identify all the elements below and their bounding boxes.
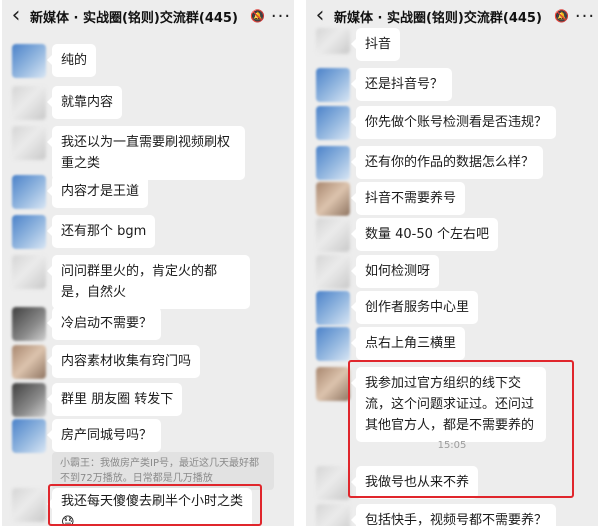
message-bubble[interactable]: 纯的 (46, 44, 97, 77)
message-bubble[interactable]: 抖音 (350, 28, 401, 61)
avatar[interactable] (12, 307, 46, 341)
avatar[interactable] (316, 146, 350, 180)
group-title: 新媒体 · 实战圈(铭则)交流群(445) (334, 10, 542, 26)
message-bubble[interactable]: 你先做个账号检测看是否违规？ (350, 106, 557, 139)
right-chat-panel: ‹ 新媒体 · 实战圈(铭则)交流群(445) 🔕 ··· 抖音 还是抖音号？ … (306, 0, 598, 526)
message-bubble[interactable]: 内容素材收集有窍门吗 (46, 345, 201, 378)
group-title: 新媒体 · 实战圈(铭则)交流群(445) (30, 10, 238, 26)
message-bubble[interactable]: 还有你的作品的数据怎么样？ (350, 146, 544, 179)
message-bubble[interactable]: 就靠内容 (46, 86, 123, 119)
message-bubble[interactable]: 还有那个 bgm (46, 215, 156, 248)
avatar[interactable] (12, 126, 46, 160)
back-arrow-icon[interactable]: ‹ (2, 5, 30, 27)
avatar[interactable] (316, 218, 350, 252)
chat-header: ‹ 新媒体 · 实战圈(铭则)交流群(445) 🔕 ··· (2, 0, 294, 32)
avatar[interactable] (12, 175, 46, 209)
avatar[interactable] (12, 488, 46, 522)
avatar[interactable] (12, 255, 46, 289)
highlight-box (348, 360, 574, 498)
avatar[interactable] (316, 367, 350, 401)
back-arrow-icon[interactable]: ‹ (306, 5, 334, 27)
avatar[interactable] (12, 86, 46, 120)
avatar[interactable] (316, 291, 350, 325)
avatar[interactable] (316, 255, 350, 289)
mute-bell-icon: 🔕 (554, 9, 569, 23)
message-bubble[interactable]: 还是抖音号？ (350, 68, 453, 101)
message-bubble[interactable]: 群里 朋友圈 转发下 (46, 383, 183, 416)
avatar[interactable] (316, 182, 350, 216)
avatar[interactable] (12, 419, 46, 453)
message-bubble[interactable]: 抖音不需要养号 (350, 182, 466, 215)
highlight-box (48, 484, 262, 526)
avatar[interactable] (316, 327, 350, 361)
avatar[interactable] (316, 504, 350, 526)
message-bubble[interactable]: 内容才是王道 (46, 175, 149, 208)
message-bubble[interactable]: 冷启动不需要？ (46, 307, 162, 340)
message-bubble[interactable]: 包括快手，视频号都不需要养？ (350, 504, 557, 526)
chat-header: ‹ 新媒体 · 实战圈(铭则)交流群(445) 🔕 ··· (306, 0, 598, 32)
avatar[interactable] (316, 28, 350, 54)
avatar[interactable] (316, 466, 350, 500)
left-chat-panel: ‹ 新媒体 · 实战圈(铭则)交流群(445) 🔕 ··· 纯的 就靠内容 我还… (2, 0, 294, 526)
message-bubble[interactable]: 如何检测呀 (350, 255, 440, 288)
more-menu-icon[interactable]: ··· (572, 6, 598, 27)
message-bubble[interactable]: 数量 40-50 个左右吧 (350, 218, 499, 251)
avatar[interactable] (12, 345, 46, 379)
message-bubble[interactable]: 我还以为一直需要刷视频刷权重之类 (47, 126, 245, 180)
message-bubble[interactable]: 创作者服务中心里 (350, 291, 479, 324)
message-bubble[interactable]: 问问群里火的，肯定火的都是，自然火 (47, 255, 250, 309)
avatar[interactable] (316, 68, 350, 102)
avatar[interactable] (12, 215, 46, 249)
avatar[interactable] (12, 383, 46, 417)
avatar[interactable] (316, 106, 350, 140)
message-bubble[interactable]: 点右上角三横里 (350, 327, 466, 360)
avatar[interactable] (12, 44, 46, 78)
mute-bell-icon: 🔕 (250, 9, 265, 23)
message-bubble[interactable]: 房产同城号吗？ (46, 419, 162, 452)
more-menu-icon[interactable]: ··· (268, 6, 294, 27)
